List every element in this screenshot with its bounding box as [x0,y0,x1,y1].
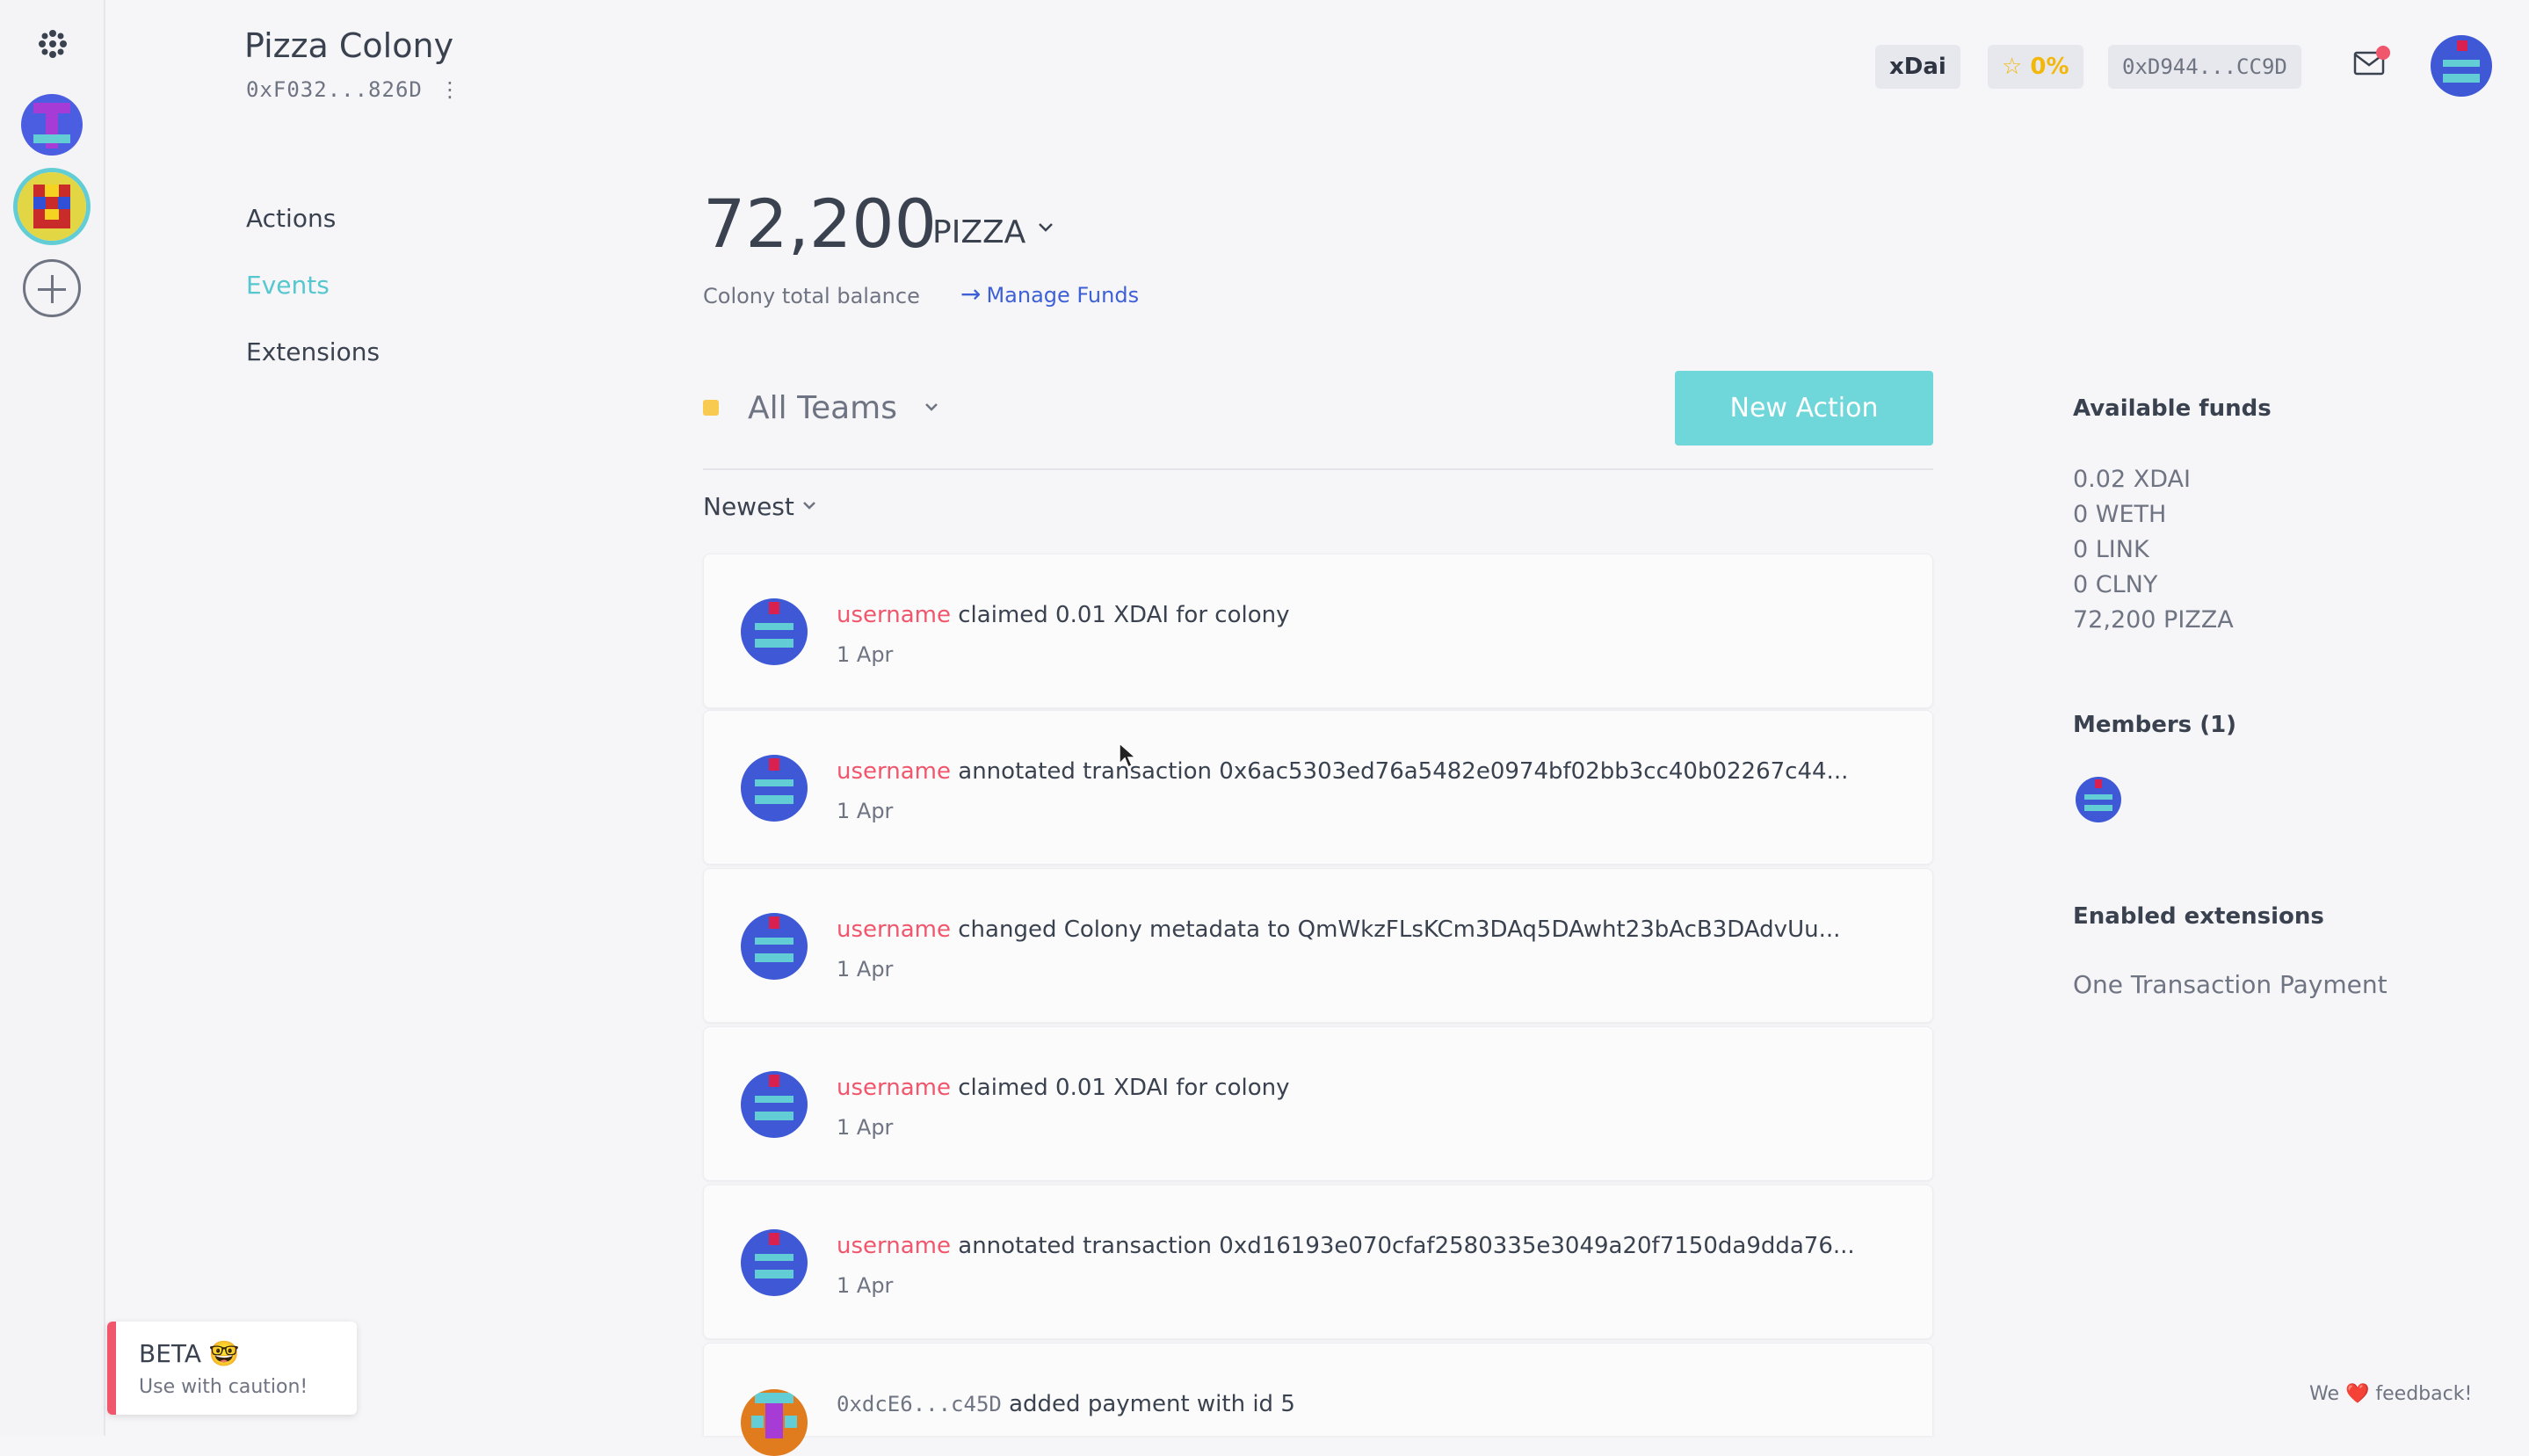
balance-label: Colony total balance [703,284,920,308]
avatar [741,1071,808,1138]
event-text: added payment with id 5 [1009,1391,1295,1417]
feedback-suffix: feedback! [2375,1383,2473,1405]
heart-icon: ❤️ [2345,1383,2370,1405]
event-description: 0xdcE6...c45D added payment with id 5 [837,1391,1295,1417]
avatar [741,755,808,822]
arrow-right-icon: → [960,279,982,308]
available-funds-title: Available funds [2073,395,2272,422]
team-selector[interactable]: All Teams [748,390,897,426]
event-user[interactable]: 0xdcE6...c45D [837,1392,1002,1416]
available-funds-list: 0.02 XDAI 0 WETH 0 LINK 0 CLNY 72,200 PI… [2073,462,2234,638]
fund-item: 0.02 XDAI [2073,466,2191,493]
event-user[interactable]: username [837,916,951,943]
enabled-extensions-title: Enabled extensions [2073,903,2324,930]
fund-item: 0 WETH [2073,501,2167,528]
feedback-prefix: We [2309,1383,2339,1405]
more-options-icon[interactable]: ⋮ [439,77,460,102]
divider [703,468,1933,470]
extension-item[interactable]: One Transaction Payment [2073,970,2388,999]
avatar [741,1389,808,1456]
beta-accent-bar [107,1322,116,1415]
colony-logo-icon[interactable] [35,26,70,62]
event-item[interactable]: username annotated transaction 0xd16193e… [703,1184,1933,1339]
event-user[interactable]: username [837,1233,951,1259]
plus-circle-icon[interactable] [23,259,81,317]
fund-item: 0 LINK [2073,536,2149,563]
event-user[interactable]: username [837,1075,951,1101]
beta-title: BETA 🤓 [139,1339,240,1368]
event-item[interactable]: username annotated transaction 0x6ac5303… [703,710,1933,865]
chevron-down-icon[interactable] [801,497,817,513]
avatar [741,598,808,665]
balance-token-selector[interactable]: PIZZA [932,214,1025,250]
event-description: username annotated transaction 0xd16193e… [837,1233,1855,1259]
chevron-down-icon[interactable] [1037,218,1054,235]
colony-address[interactable]: 0xF032...826D [246,77,423,102]
sort-selector[interactable]: Newest [703,492,794,521]
event-text: changed Colony metadata to QmWkzFLsKCm3D… [958,916,1841,943]
notification-dot [2376,46,2390,60]
fund-item: 0 CLNY [2073,571,2158,598]
subnav-actions[interactable]: Actions [246,204,336,233]
event-text: claimed 0.01 XDAI for colony [958,1075,1290,1101]
avatar [741,913,808,980]
network-badge: xDai [1875,45,1960,89]
member-avatar[interactable] [2076,777,2121,822]
manage-funds-link[interactable]: → Manage Funds [960,279,1139,308]
new-action-button[interactable]: New Action [1675,371,1933,445]
event-description: username changed Colony metadata to QmWk… [837,916,1840,943]
colony-avatar-other[interactable] [21,94,83,156]
cursor-icon [1119,742,1136,769]
event-description: username claimed 0.01 XDAI for colony [837,602,1290,628]
event-item[interactable]: username claimed 0.01 XDAI for colony 1 … [703,554,1933,708]
subnav-extensions[interactable]: Extensions [246,337,380,366]
event-item[interactable]: username changed Colony metadata to QmWk… [703,868,1933,1023]
beta-banner: BETA 🤓 Use with caution! [107,1322,357,1415]
event-user[interactable]: username [837,602,951,628]
members-title: Members (1) [2073,712,2237,738]
event-date: 1 Apr [837,642,894,667]
event-user[interactable]: username [837,758,951,785]
manage-funds-label: Manage Funds [986,283,1140,308]
event-text: annotated transaction 0xd16193e070cfaf25… [958,1233,1855,1259]
event-description: username annotated transaction 0x6ac5303… [837,758,1848,785]
user-avatar[interactable] [2431,35,2492,97]
event-description: username claimed 0.01 XDAI for colony [837,1075,1290,1101]
subnav-events[interactable]: Events [246,271,330,300]
event-text: claimed 0.01 XDAI for colony [958,602,1290,628]
colony-balance-amount: 72,200 [703,185,937,263]
event-date: 1 Apr [837,957,894,982]
event-item[interactable]: 0xdcE6...c45D added payment with id 5 [703,1343,1933,1456]
team-color-indicator [703,400,719,416]
feedback-link[interactable]: We ❤️ feedback! [2309,1383,2472,1405]
colony-rail [0,0,105,1436]
reputation-badge: ☆ 0% [1988,45,2083,89]
wallet-address[interactable]: 0xD944...CC9D [2108,45,2301,89]
event-date: 1 Apr [837,1273,894,1298]
avatar [741,1229,808,1296]
event-date: 1 Apr [837,1115,894,1140]
chevron-down-icon[interactable] [923,398,940,416]
colony-name: Pizza Colony [244,26,454,65]
beta-subtitle: Use with caution! [139,1376,308,1398]
fund-item: 72,200 PIZZA [2073,606,2234,634]
event-date: 1 Apr [837,799,894,823]
colony-avatar-pizza[interactable] [18,172,86,241]
event-text: annotated transaction 0x6ac5303ed76a5482… [958,758,1849,785]
event-item[interactable]: username claimed 0.01 XDAI for colony 1 … [703,1026,1933,1181]
